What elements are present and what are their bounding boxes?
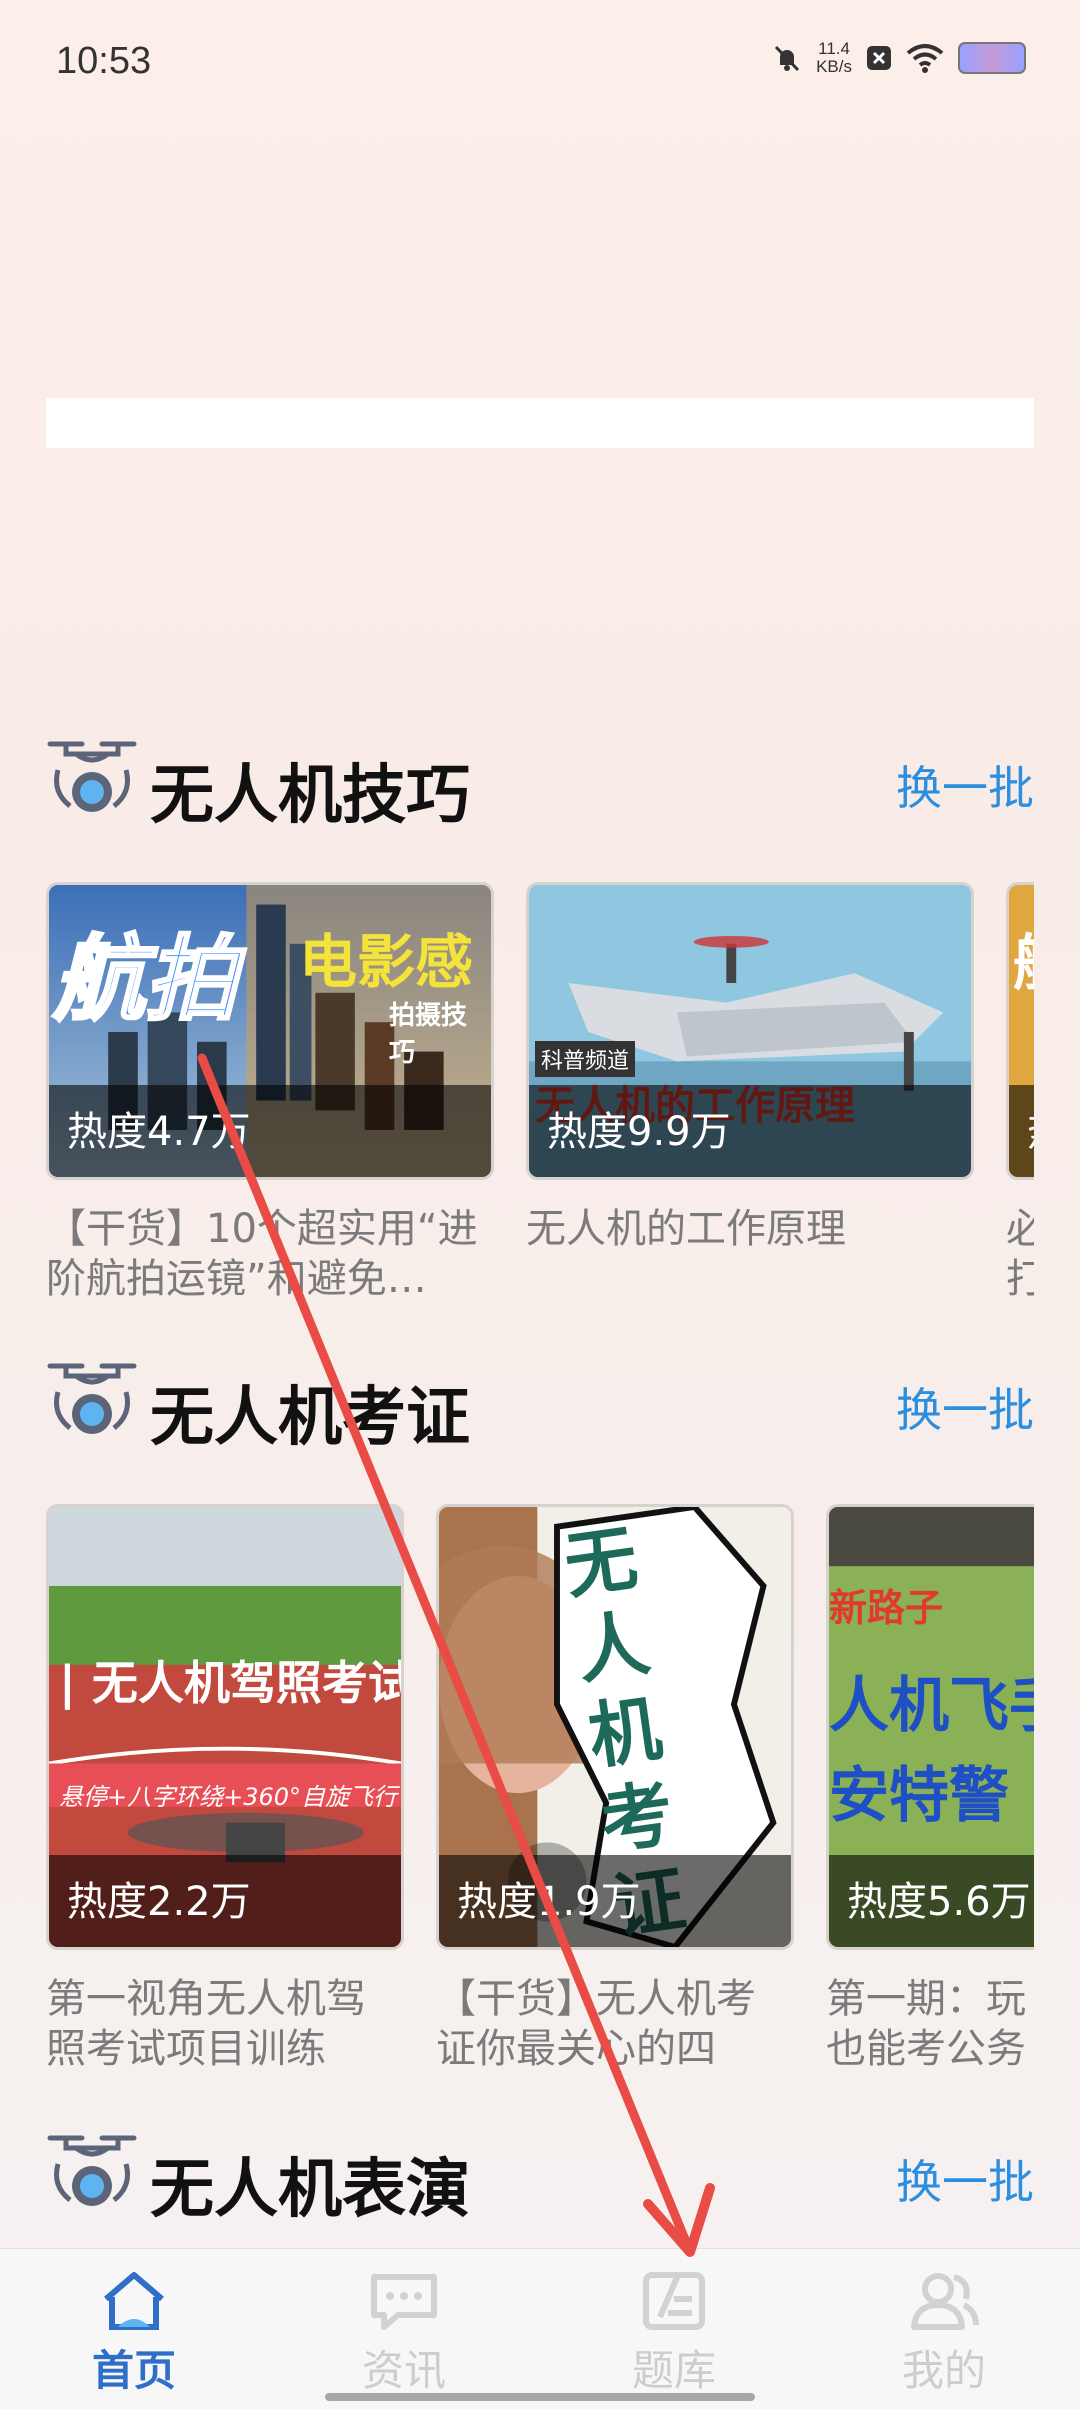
thumbnail-caption: 电影感 — [299, 928, 474, 996]
battery-icon — [958, 42, 1026, 74]
heat-overlay: 热度1.9万 — [439, 1855, 791, 1947]
video-title[interactable]: 第一期：玩也能考公务 — [826, 1974, 1034, 2074]
banner-placeholder — [46, 398, 1034, 448]
refresh-button[interactable]: 换一批 — [896, 1374, 1034, 1440]
notification-x-icon — [867, 46, 891, 70]
heat-count: 热度1.9万 — [457, 1879, 641, 1925]
video-title[interactable]: 【干货】无人机考证你最关心的四大… — [436, 1974, 794, 2074]
thumbnail-caption: 航 — [1013, 915, 1034, 1002]
video-title[interactable]: 第一视角无人机驾照考试项目训练 — [46, 1974, 404, 2074]
tab-profile[interactable]: 我的 — [854, 2269, 1034, 2398]
tab-news[interactable]: 资讯 — [314, 2269, 494, 2398]
section-title: 无人机考证 — [150, 1381, 470, 1455]
thumbnail-caption: 新路子 — [829, 1586, 944, 1630]
bottom-tab-bar: 首页 资讯 题库 我的 — [0, 2248, 1080, 2409]
status-icons: 11.4 KB/s — [772, 40, 1026, 76]
drone-icon — [47, 1363, 137, 1434]
section-header-tips: 无人机技巧 换一批 — [46, 730, 1034, 833]
home-icon — [104, 2272, 164, 2330]
heat-count: 热度2.2万 — [67, 1879, 251, 1925]
heat-overlay: 热度9.9万 — [529, 1085, 971, 1177]
section-header-show: 无人机表演 换一批 — [46, 2124, 1034, 2227]
status-time: 10:53 — [56, 40, 152, 82]
thumbnail-caption: | 无人机驾照考试 — [59, 1656, 404, 1710]
quiz-icon — [643, 2272, 705, 2330]
heat-overlay: 热度2.2万 — [49, 1855, 401, 1947]
network-speed: 11.4 KB/s — [816, 40, 852, 76]
tab-quiz[interactable]: 题库 — [584, 2269, 764, 2398]
profile-icon — [911, 2273, 979, 2330]
card-row-tips: 航拍 电影感 拍摄技巧 热度4.7万 【干货】10个超实用“进阶航拍运镜”和避免… — [46, 882, 1034, 1302]
video-thumbnail[interactable]: 科普频道 无人机的工作原理 热度9.9万 — [526, 882, 974, 1180]
tab-label: 资讯 — [361, 2346, 446, 2395]
video-card[interactable]: 无人机考证 热度1.9万 【干货】无人机考证你最关心的四大… — [436, 1504, 794, 2074]
thumbnail-caption: 悬停+八字环绕+360°自旋飞行 — [59, 1783, 398, 1811]
mute-icon — [775, 45, 800, 72]
wifi-icon — [906, 44, 944, 73]
thumbnail-caption: 航拍 — [51, 925, 238, 1035]
section-title: 无人机技巧 — [150, 759, 470, 833]
heat-overlay: 热 — [1009, 1085, 1034, 1177]
refresh-button[interactable]: 换一批 — [896, 752, 1034, 818]
video-card[interactable]: 航拍 电影感 拍摄技巧 热度4.7万 【干货】10个超实用“进阶航拍运镜”和避免… — [46, 882, 494, 1302]
thumbnail-caption: 安特警 — [829, 1761, 1009, 1831]
video-card[interactable]: 科普频道 无人机的工作原理 热度9.9万 无人机的工作原理 — [526, 882, 974, 1254]
heat-count: 热度9.9万 — [547, 1109, 731, 1155]
heat-overlay: 热度4.7万 — [49, 1085, 491, 1177]
heat-count: 热度4.7万 — [67, 1109, 251, 1155]
tab-label: 我的 — [901, 2346, 986, 2395]
video-title[interactable]: 【干货】10个超实用“进阶航拍运镜”和避免… — [46, 1204, 494, 1302]
section-title: 无人机表演 — [150, 2153, 470, 2227]
thumbnail-caption: 拍摄技巧 — [389, 1001, 468, 1068]
status-bar: 10:53 11.4 KB/s — [0, 0, 1080, 120]
heat-count: 热 — [1027, 1099, 1034, 1157]
video-card[interactable]: 航 热 必打 — [1006, 882, 1034, 1302]
message-icon — [371, 2274, 437, 2330]
heat-overlay: 热度5.6万 — [829, 1855, 1034, 1947]
section-header-license: 无人机考证 换一批 — [46, 1352, 1034, 1455]
thumbnail-caption: 人机飞手 — [829, 1671, 1034, 1741]
network-speed-unit: KB/s — [816, 57, 852, 76]
video-thumbnail[interactable]: 无人机考证 热度1.9万 — [436, 1504, 794, 1950]
home-indicator[interactable] — [325, 2393, 755, 2401]
heat-count: 热度5.6万 — [847, 1879, 1031, 1925]
video-thumbnail[interactable]: 航拍 电影感 拍摄技巧 热度4.7万 — [46, 882, 494, 1180]
video-thumbnail[interactable]: 新路子 人机飞手 安特警 热度5.6万 — [826, 1504, 1034, 1950]
video-card[interactable]: | 无人机驾照考试 悬停+八字环绕+360°自旋飞行 热度2.2万 第一视角无人… — [46, 1504, 404, 2074]
drone-icon — [47, 2135, 137, 2206]
network-speed-value: 11.4 — [818, 39, 850, 58]
tab-label: 首页 — [91, 2346, 176, 2395]
thumbnail-caption: 科普频道 — [535, 1041, 636, 1077]
video-thumbnail[interactable]: | 无人机驾照考试 悬停+八字环绕+360°自旋飞行 热度2.2万 — [46, 1504, 404, 1950]
video-card[interactable]: 新路子 人机飞手 安特警 热度5.6万 第一期：玩也能考公务 — [826, 1504, 1034, 2074]
tab-home[interactable]: 首页 — [44, 2269, 224, 2398]
card-row-license: | 无人机驾照考试 悬停+八字环绕+360°自旋飞行 热度2.2万 第一视角无人… — [46, 1504, 1034, 2074]
video-title[interactable]: 必打 — [1006, 1204, 1034, 1302]
video-thumbnail[interactable]: 航 热 — [1006, 882, 1034, 1180]
video-title[interactable]: 无人机的工作原理 — [526, 1204, 974, 1254]
tab-label: 题库 — [631, 2346, 716, 2395]
drone-icon — [47, 741, 137, 812]
refresh-button[interactable]: 换一批 — [896, 2146, 1034, 2212]
